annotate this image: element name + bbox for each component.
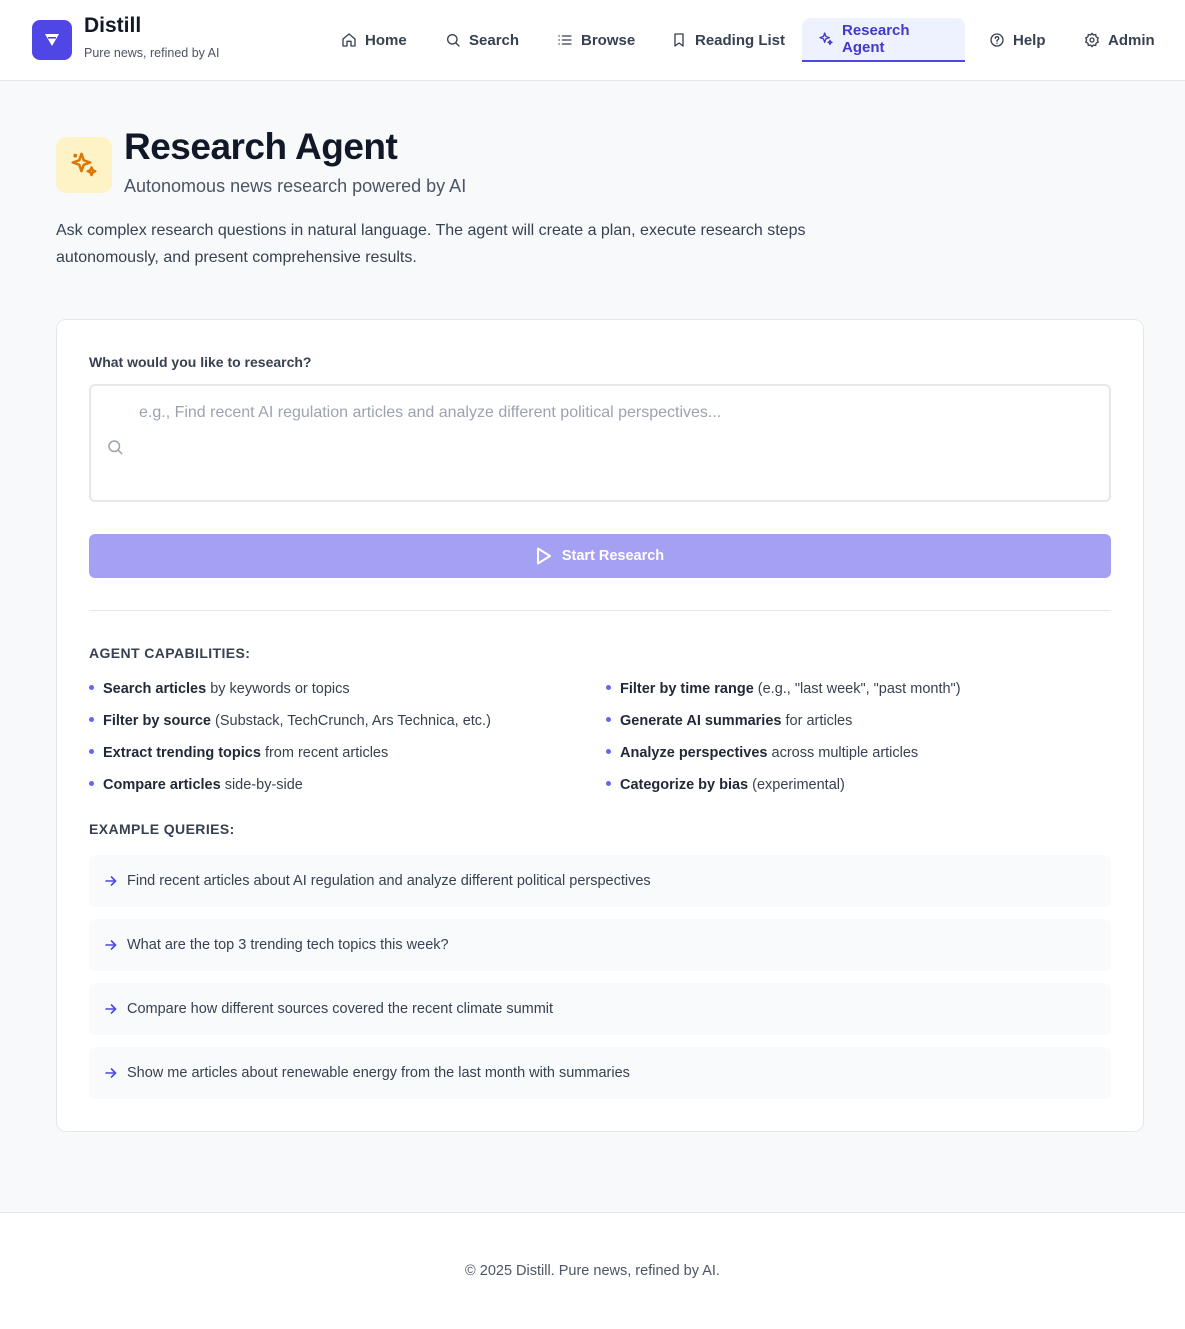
nav-search-label: Search — [469, 31, 520, 49]
footer-copyright: © 2025 Distill. Pure news, refined by AI… — [465, 1263, 720, 1279]
list-icon — [558, 35, 572, 45]
capability-item: Search articles by keywords or topics — [89, 681, 350, 697]
page-description: Ask complex research questions in natura… — [56, 222, 806, 266]
page-title: Research Agent — [124, 126, 398, 167]
example-query-text: Compare how different sources covered th… — [127, 1001, 554, 1017]
example-query-3[interactable]: Compare how different sources covered th… — [89, 983, 1111, 1035]
nav-reading-list[interactable]: Reading List — [655, 18, 801, 62]
nav-help[interactable]: Help — [973, 18, 1062, 62]
sparkles-icon — [819, 32, 833, 45]
arrow-right-icon — [105, 876, 117, 886]
example-query-2[interactable]: What are the top 3 trending tech topics … — [89, 919, 1111, 971]
research-query-input[interactable] — [139, 404, 1089, 484]
start-research-label: Start Research — [561, 548, 665, 564]
research-agent-hero-icon — [56, 137, 112, 193]
nav-reading-list-label: Reading List — [695, 31, 786, 49]
nav-research-agent-label: Research Agent — [842, 22, 910, 56]
divider — [89, 610, 1111, 611]
search-icon — [108, 440, 123, 455]
nav-help-label: Help — [1013, 31, 1046, 49]
nav-browse-label: Browse — [581, 31, 636, 49]
example-query-1[interactable]: Find recent articles about AI regulation… — [89, 855, 1111, 907]
nav-home-label: Home — [365, 31, 407, 49]
nav-research-agent[interactable]: Research Agent — [802, 18, 965, 62]
capabilities-heading: AGENT CAPABILITIES: — [89, 645, 251, 661]
brand-name[interactable]: Distill — [84, 14, 141, 38]
arrow-right-icon — [105, 1004, 117, 1014]
capability-item: Generate AI summaries for articles — [606, 713, 852, 729]
brand-tagline: Pure news, refined by AI — [84, 46, 220, 60]
page-subtitle: Autonomous news research powered by AI — [124, 176, 467, 196]
capability-item: Filter by source (Substack, TechCrunch, … — [89, 713, 491, 729]
top-navigation-bar: Distill Pure news, refined by AI Home Se… — [0, 0, 1185, 81]
search-icon — [447, 34, 460, 47]
nav-admin[interactable]: Admin — [1068, 18, 1171, 62]
home-icon — [342, 33, 356, 47]
distill-logo[interactable] — [32, 20, 72, 60]
gear-icon — [1085, 32, 1099, 48]
help-circle-icon — [990, 33, 1004, 47]
query-box[interactable] — [89, 384, 1111, 502]
arrow-right-icon — [105, 1068, 117, 1078]
example-query-4[interactable]: Show me articles about renewable energy … — [89, 1047, 1111, 1099]
capability-item: Extract trending topics from recent arti… — [89, 745, 388, 761]
sparkles-icon — [71, 152, 97, 177]
capability-item: Compare articles side-by-side — [89, 777, 303, 793]
bookmark-icon — [674, 33, 684, 47]
arrow-right-icon — [105, 940, 117, 950]
nav-admin-label: Admin — [1108, 31, 1155, 49]
capability-item: Analyze perspectives across multiple art… — [606, 745, 918, 761]
example-query-text: What are the top 3 trending tech topics … — [127, 937, 449, 953]
nav-browse[interactable]: Browse — [541, 18, 651, 62]
funnel-icon — [45, 34, 59, 46]
start-research-button[interactable]: Start Research — [89, 534, 1111, 578]
play-icon — [536, 547, 551, 565]
footer: © 2025 Distill. Pure news, refined by AI… — [0, 1212, 1185, 1329]
examples-heading: EXAMPLE QUERIES: — [89, 821, 235, 837]
research-card: What would you like to research? Start R… — [56, 319, 1144, 1132]
nav-home[interactable]: Home — [325, 18, 423, 62]
capability-item: Categorize by bias (experimental) — [606, 777, 845, 793]
capability-item: Filter by time range (e.g., "last week",… — [606, 681, 961, 697]
example-query-text: Show me articles about renewable energy … — [127, 1065, 630, 1081]
nav-search[interactable]: Search — [429, 18, 535, 62]
query-label: What would you like to research? — [89, 354, 312, 370]
example-query-text: Find recent articles about AI regulation… — [127, 873, 651, 889]
